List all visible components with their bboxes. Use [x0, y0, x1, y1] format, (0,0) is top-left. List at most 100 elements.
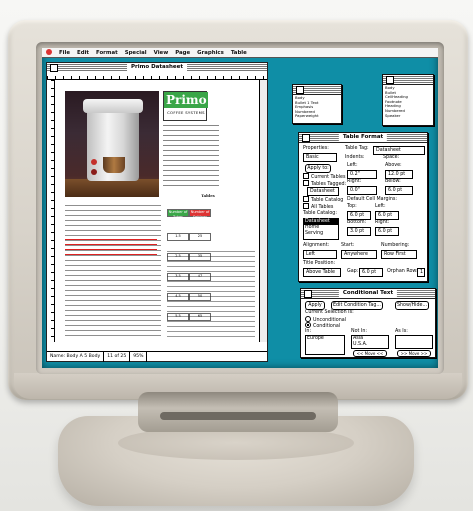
- properties-popup[interactable]: Basic: [303, 153, 337, 162]
- move-right-button[interactable]: >> Move >>: [397, 350, 431, 357]
- numbering-popup[interactable]: Row First: [381, 250, 417, 259]
- checkbox-icon[interactable]: [303, 173, 309, 179]
- alignment-label: Alignment:: [303, 243, 330, 248]
- cell-right-field[interactable]: 6.0 pt: [375, 227, 399, 236]
- bottom-margin-field[interactable]: 3.0 pt: [347, 227, 371, 236]
- menu-graphics[interactable]: Graphics: [197, 50, 224, 56]
- move-left-button[interactable]: << Move <<: [353, 350, 387, 357]
- table-cell: 1.5: [167, 233, 189, 241]
- top-margin-label: Top:: [347, 204, 357, 209]
- catalog-item[interactable]: Speaker: [385, 113, 431, 119]
- cell-left-field[interactable]: 6.0 pt: [375, 211, 399, 220]
- apply-to-button[interactable]: Apply to:: [305, 164, 331, 173]
- table-format-title: Table Format: [338, 133, 388, 142]
- menu-file[interactable]: File: [59, 50, 70, 56]
- conditional-text-titlebar[interactable]: Conditional Text: [301, 289, 435, 299]
- close-box-icon[interactable]: [50, 64, 58, 72]
- paragraph-catalog-left: Body Bullet 1 Text Emphasis Numbered Pap…: [292, 84, 342, 124]
- logo-word: Primo: [164, 92, 208, 108]
- condition-item[interactable]: Europe: [306, 336, 344, 342]
- table-header-cell: Number of Settings: [189, 209, 211, 219]
- close-box-icon[interactable]: [386, 76, 394, 84]
- photo-knob: [91, 159, 97, 165]
- cell-margins-label: Default Cell Margins:: [347, 197, 398, 202]
- in-list[interactable]: Europe: [305, 335, 345, 355]
- orphan-rows-label: Orphan Rows:: [387, 269, 421, 274]
- checkbox-icon[interactable]: [303, 180, 309, 186]
- right-indent-field[interactable]: 0.0": [347, 186, 377, 195]
- title-position-label: Title Position:: [303, 261, 336, 266]
- catalog-list: Body Bullet CellHeading Footnote Heading…: [383, 85, 433, 119]
- menu-view[interactable]: View: [154, 50, 169, 56]
- photo-machine-top: [83, 99, 143, 113]
- table-tag-label: Table Tag:: [345, 146, 369, 151]
- properties-label: Properties:: [303, 146, 329, 151]
- conditional-text-red: [65, 239, 157, 257]
- show-hide-button[interactable]: Show/Hide...: [395, 301, 429, 310]
- table-title: Tables: [201, 193, 215, 198]
- radio-selected-icon[interactable]: [305, 322, 311, 328]
- right-indent-label: Right:: [347, 179, 362, 184]
- photo-cup: [103, 157, 125, 173]
- vertical-ruler[interactable]: [47, 80, 55, 342]
- checkbox-icon[interactable]: [303, 203, 309, 209]
- title-position-popup[interactable]: Above Table: [303, 268, 341, 277]
- orphan-rows-field[interactable]: 1: [417, 268, 425, 277]
- status-tag[interactable]: Name: Body A 5 Body: [47, 352, 105, 362]
- gap-label: Gap:: [347, 269, 359, 274]
- not-in-list[interactable]: Asia U.S.A.: [351, 335, 389, 349]
- catalog-titlebar[interactable]: [293, 85, 341, 95]
- espresso-machine-photo: [65, 91, 159, 197]
- close-box-icon[interactable]: [296, 86, 304, 94]
- right-column-text: [163, 125, 219, 187]
- apple-menu-icon[interactable]: [46, 49, 52, 55]
- menu-page[interactable]: Page: [175, 50, 190, 56]
- catalog-titlebar[interactable]: [383, 75, 433, 85]
- alignment-popup[interactable]: Left: [303, 250, 337, 259]
- menu-format[interactable]: Format: [96, 50, 118, 56]
- cell-left-label: Left:: [375, 204, 386, 209]
- table-tag-field[interactable]: Datasheet: [373, 146, 425, 155]
- apply-button[interactable]: Apply: [305, 301, 325, 310]
- status-zoom[interactable]: 95%: [130, 352, 148, 362]
- table-catalog-list[interactable]: Datasheet Home Serving: [303, 218, 339, 240]
- conditional-text-window: Conditional Text Apply Edit Condition Ta…: [300, 288, 436, 358]
- table-format-titlebar[interactable]: Table Format: [299, 133, 427, 143]
- vertical-scrollbar[interactable]: [259, 80, 267, 342]
- paragraph-catalog-right: Body Bullet CellHeading Footnote Heading…: [382, 74, 434, 126]
- above-field[interactable]: 12.0 pt: [385, 170, 413, 179]
- menu-bar: File Edit Format Special View Page Graphics Tab…: [42, 48, 438, 58]
- cell-right-label: Right:: [375, 220, 390, 225]
- body-text-column: [65, 205, 161, 339]
- menu-special[interactable]: Special: [125, 50, 147, 56]
- catalog-item[interactable]: Serving: [304, 231, 338, 237]
- start-label: Start:: [341, 243, 355, 248]
- left-indent-field[interactable]: 0.2": [347, 170, 377, 179]
- menu-edit[interactable]: Edit: [77, 50, 89, 56]
- status-page[interactable]: 11 of 25: [104, 352, 131, 362]
- catalog-item[interactable]: Paperweight: [295, 114, 339, 119]
- bottom-margin-label: Bottom:: [347, 220, 367, 225]
- monitor-neck-ridge: [160, 412, 316, 420]
- primo-logo: Primo COFFEE SYSTEMS: [163, 91, 208, 121]
- below-field[interactable]: 6.0 pt: [385, 186, 413, 195]
- top-margin-field[interactable]: 6.0 pt: [347, 211, 371, 220]
- screen: File Edit Format Special View Page Graphics Tab…: [42, 48, 438, 368]
- table-cell: 25: [189, 233, 211, 241]
- condition-item[interactable]: U.S.A.: [352, 342, 388, 348]
- catalog-list: Body Bullet 1 Text Emphasis Numbered Pap…: [293, 95, 341, 120]
- menu-table[interactable]: Table: [231, 50, 247, 56]
- document-title: Primo Datasheet: [127, 63, 187, 72]
- horizontal-ruler[interactable]: [47, 72, 267, 80]
- edit-condition-tag-button[interactable]: Edit Condition Tag...: [331, 301, 383, 310]
- all-tables-option[interactable]: All Tables: [303, 203, 333, 211]
- document-window: Primo Datasheet Primo COFFEE SYSTEMS Tab…: [46, 62, 268, 362]
- table-format-window: Table Format Properties: Basic Table Tag…: [298, 132, 428, 282]
- close-box-icon[interactable]: [302, 134, 310, 142]
- checkbox-icon[interactable]: [303, 196, 309, 202]
- gap-field[interactable]: 6.0 pt: [359, 268, 383, 277]
- start-popup[interactable]: Anywhere: [341, 250, 377, 259]
- close-box-icon[interactable]: [304, 290, 312, 298]
- apply-tag-field[interactable]: Datasheet: [307, 187, 339, 196]
- as-is-list[interactable]: [395, 335, 433, 349]
